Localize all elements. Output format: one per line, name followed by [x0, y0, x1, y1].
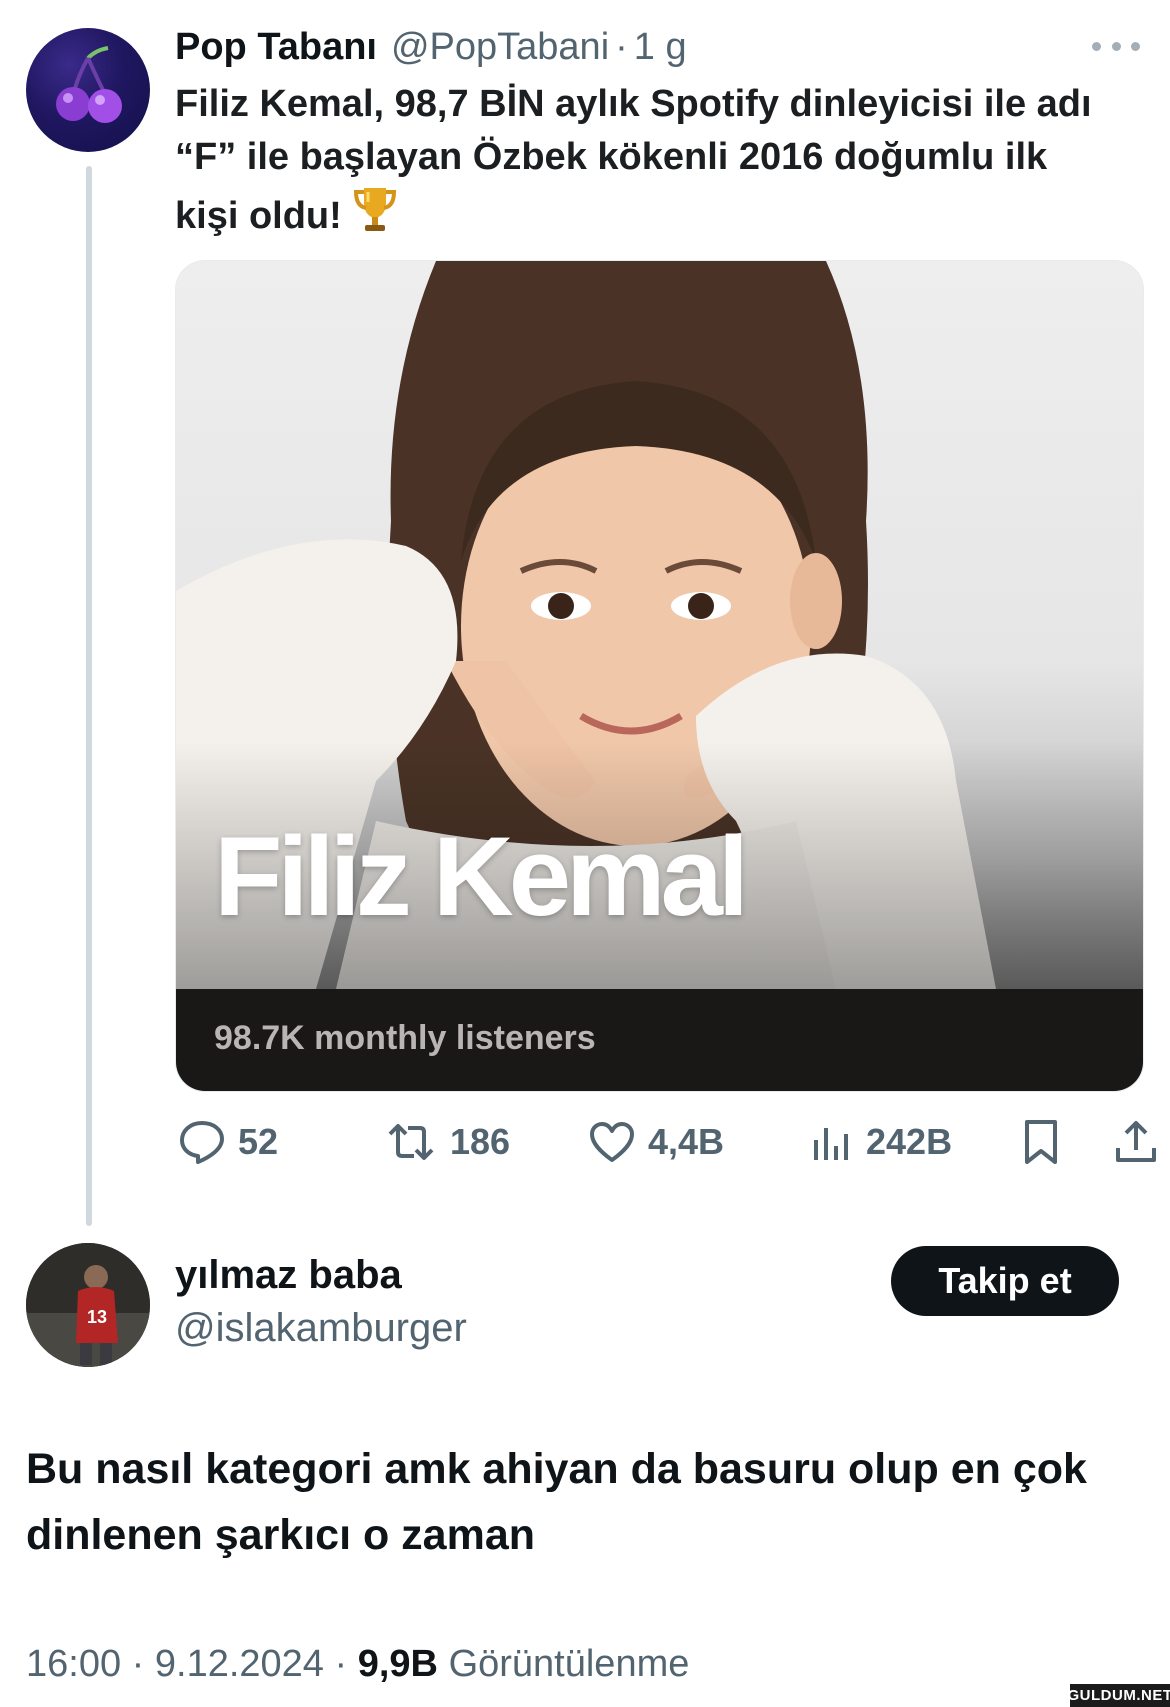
follow-button[interactable]: Takip et — [891, 1246, 1119, 1316]
like-action[interactable]: 4,4B — [588, 1116, 724, 1168]
reply-author-avatar[interactable]: 13 — [26, 1243, 150, 1367]
author-handle[interactable]: @PopTabani — [391, 26, 609, 69]
site-watermark: GULDUM.NET — [1068, 1684, 1170, 1707]
svg-text:13: 13 — [87, 1307, 107, 1327]
share-icon — [1116, 1121, 1156, 1162]
tweet-text-content: Filiz Kemal, 98,7 BİN aylık Spotify dinl… — [175, 83, 1092, 237]
reply-count: 52 — [238, 1121, 279, 1162]
thread-line — [86, 166, 92, 1226]
views-count: 242B — [866, 1121, 953, 1162]
author-avatar[interactable] — [26, 28, 150, 152]
reply-views-count: 9,9B — [357, 1643, 438, 1685]
repost-action[interactable]: 186 — [384, 1116, 510, 1168]
repost-count: 186 — [450, 1121, 511, 1162]
monthly-listeners-text: 98.7K monthly listeners — [214, 1019, 596, 1057]
like-count: 4,4B — [648, 1121, 725, 1162]
reply-icon — [180, 1121, 224, 1164]
reply-meta: 16:00 · 9.12.2024 · 9,9B Görüntülenme — [26, 1643, 689, 1686]
reply-date[interactable]: 9.12.2024 — [155, 1643, 324, 1685]
views-action[interactable]: 242B — [810, 1116, 952, 1168]
reply-action[interactable]: 52 — [178, 1116, 278, 1168]
author-name[interactable]: Pop Tabanı — [175, 26, 377, 69]
reply-views-label: Görüntülenme — [448, 1643, 690, 1685]
repost-icon — [388, 1124, 434, 1160]
reply-time[interactable]: 16:00 — [26, 1643, 121, 1685]
tweet-text: Filiz Kemal, 98,7 BİN aylık Spotify dinl… — [175, 78, 1115, 249]
heart-icon — [590, 1122, 634, 1162]
reply-avatar-photo: 13 — [26, 1243, 150, 1367]
reply-text: Bu nasıl kategori amk ahiyan da basuru o… — [26, 1445, 1087, 1559]
tweet-header: Pop Tabanı @PopTabani · 1 g — [175, 22, 687, 72]
views-chart-icon — [814, 1128, 848, 1160]
reply-author-name[interactable]: yılmaz baba — [175, 1253, 402, 1298]
share-action[interactable] — [1114, 1116, 1158, 1168]
cherries-icon — [56, 46, 122, 123]
bookmark-action[interactable] — [1020, 1116, 1062, 1168]
header-separator: · — [615, 25, 628, 68]
media-card[interactable]: Filiz Kemal 98.7K monthly listeners — [175, 260, 1144, 1092]
artist-name-overlay: Filiz Kemal — [214, 814, 749, 939]
trophy-icon — [352, 184, 398, 249]
bookmark-icon — [1025, 1120, 1057, 1164]
meta-separator: · — [131, 1643, 145, 1685]
reply-author-handle[interactable]: @islakamburger — [175, 1306, 467, 1351]
meta-separator: · — [334, 1643, 348, 1685]
tweet-time[interactable]: 1 g — [634, 26, 687, 69]
more-options-icon[interactable] — [1092, 34, 1140, 58]
